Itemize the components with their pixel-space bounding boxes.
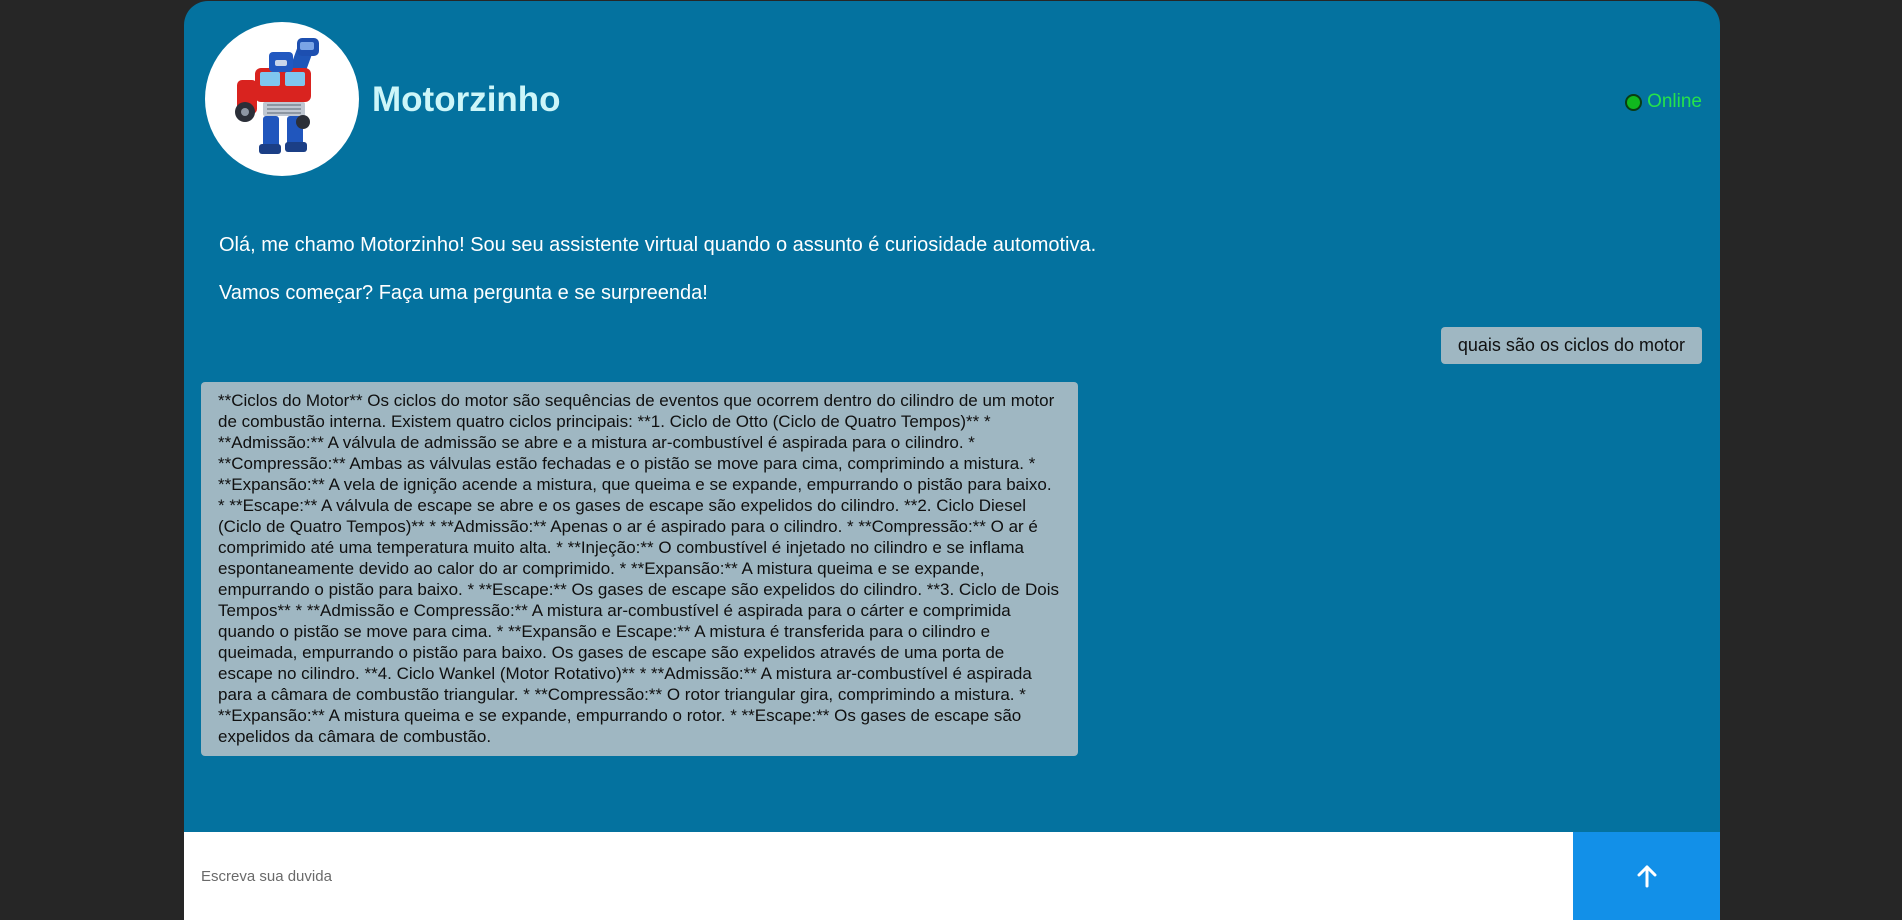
- status-indicator: Online: [1625, 91, 1702, 113]
- online-dot-icon: [1625, 93, 1643, 111]
- arrow-up-icon: [1637, 865, 1656, 888]
- chat-header: Motorzinho Online: [184, 1, 1720, 191]
- welcome-line: Olá, me chamo Motorzinho! Sou seu assist…: [219, 234, 1097, 256]
- welcome-line: Vamos começar? Faça uma pergunta e se su…: [219, 282, 708, 304]
- welcome-message: Olá, me chamo Motorzinho! Sou seu assist…: [219, 233, 1096, 305]
- status-label: Online: [1647, 91, 1702, 112]
- message-composer: [184, 832, 1720, 920]
- chat-window: Motorzinho Online Olá, me chamo Motorzin…: [184, 1, 1720, 920]
- robot-mascot-icon: [235, 38, 319, 154]
- send-button[interactable]: [1573, 832, 1720, 920]
- bot-message-bubble: **Ciclos do Motor** Os ciclos do motor s…: [201, 382, 1078, 756]
- question-input[interactable]: [184, 832, 1573, 920]
- avatar: [205, 22, 359, 176]
- user-message-bubble: quais são os ciclos do motor: [1440, 327, 1702, 364]
- message-list: Olá, me chamo Motorzinho! Sou seu assist…: [184, 191, 1720, 832]
- bot-name: Motorzinho: [372, 80, 561, 119]
